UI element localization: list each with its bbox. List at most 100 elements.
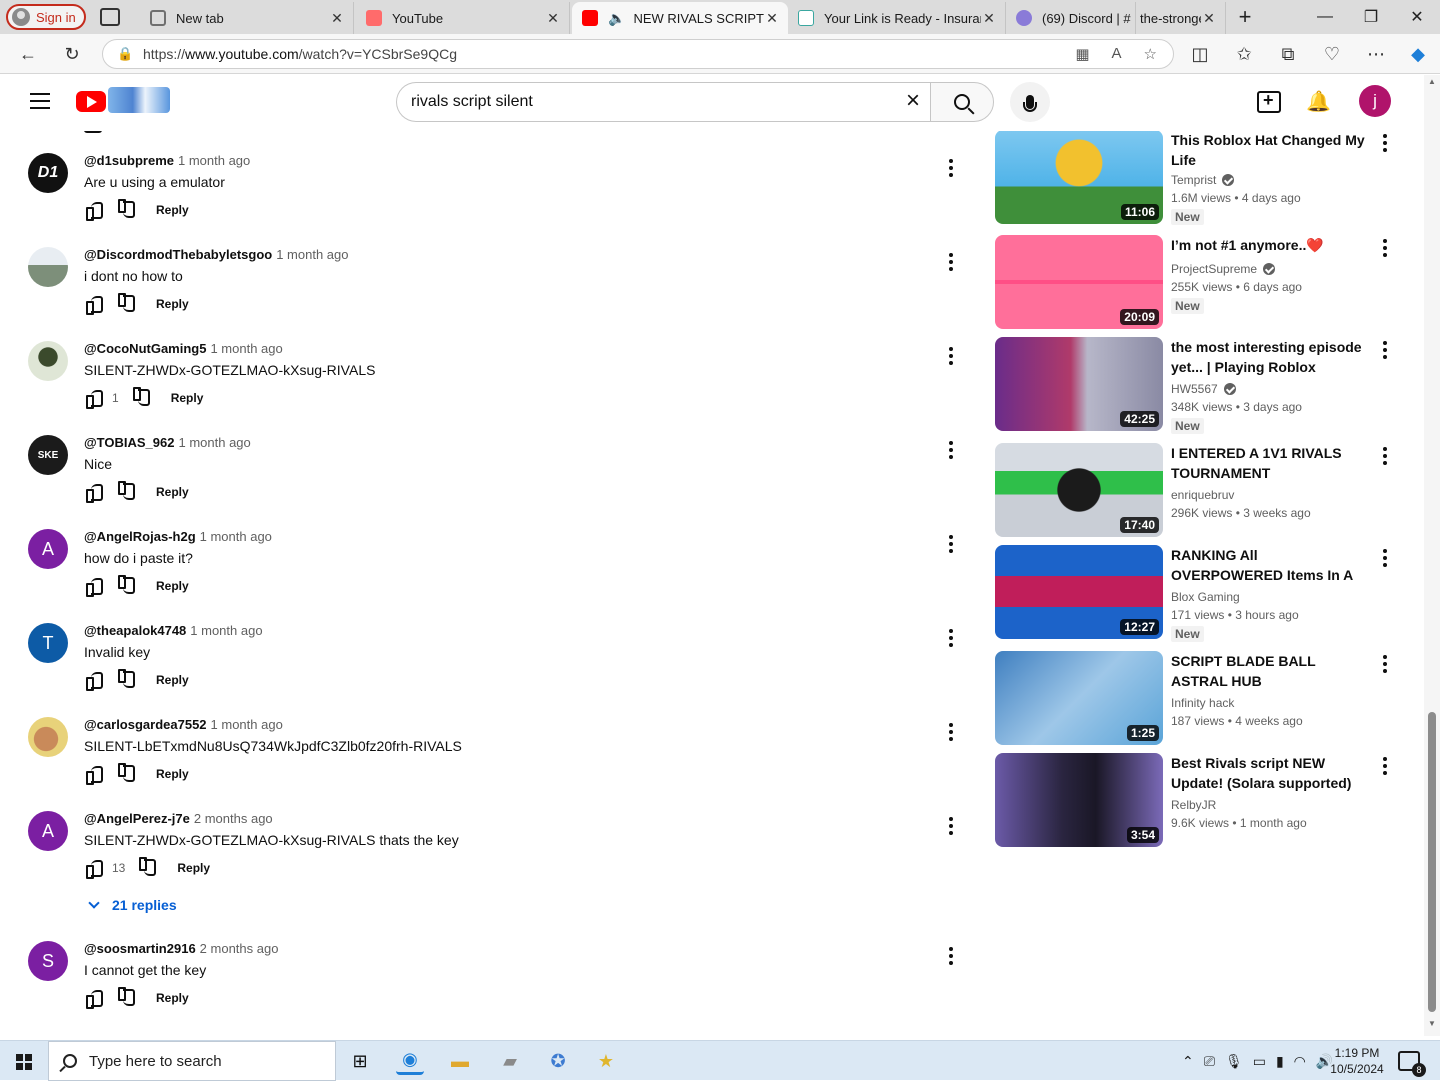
avatar[interactable]: A [28, 529, 68, 569]
close-tab-icon[interactable]: ✕ [545, 10, 561, 27]
like-icon[interactable] [84, 131, 102, 133]
channel-name[interactable]: enriquebruv [1171, 488, 1234, 502]
channel-name[interactable]: ProjectSupreme [1171, 262, 1276, 276]
tab-new-tab[interactable]: New tab ✕ [140, 2, 354, 34]
browser-essentials-icon[interactable]: ♡ [1318, 40, 1346, 68]
channel-name[interactable]: HW5567 [1171, 382, 1236, 396]
search-input[interactable]: rivals script silent × [396, 82, 930, 122]
comment-time[interactable]: 1 month ago [178, 435, 250, 450]
comment-time[interactable]: 2 months ago [200, 941, 279, 956]
recommended-video[interactable]: 11:06 This Roblox Hat Changed My Life Te… [994, 131, 1404, 225]
video-thumbnail[interactable]: 3:54 [995, 753, 1163, 847]
create-video-icon[interactable] [1257, 90, 1281, 113]
video-title[interactable]: This Roblox Hat Changed My Life [1171, 131, 1371, 170]
comment-menu-icon[interactable] [948, 817, 954, 835]
avatar[interactable] [28, 341, 68, 381]
reply-button[interactable]: Reply [171, 391, 204, 405]
favorite-star-icon[interactable]: ☆ [1144, 45, 1157, 63]
close-tab-icon[interactable]: ✕ [329, 10, 345, 27]
video-menu-icon[interactable] [1382, 757, 1388, 775]
comment-author[interactable]: @AngelPerez-j7e [84, 811, 190, 826]
sign-in-button[interactable]: Sign in [6, 4, 86, 30]
close-tab-icon[interactable]: ✕ [764, 10, 780, 27]
refresh-icon[interactable]: ↻ [58, 40, 86, 68]
task-view-icon[interactable]: ⊞ [346, 1047, 374, 1075]
video-thumbnail[interactable]: 17:40 [995, 443, 1163, 537]
channel-name[interactable]: RelbyJR [1171, 798, 1216, 812]
close-tab-icon[interactable]: ✕ [1201, 10, 1217, 27]
avatar[interactable]: A [28, 811, 68, 851]
microphone-tray-icon[interactable]: 🎙 [1225, 1053, 1243, 1070]
dislike-icon[interactable] [116, 764, 136, 784]
dislike-icon[interactable] [116, 482, 136, 502]
reply-button[interactable]: Reply [177, 861, 210, 875]
tab-active-video[interactable]: 🔈 NEW RIVALS SCRIPT SILENT ✕ [572, 2, 788, 34]
video-menu-icon[interactable] [1382, 655, 1388, 673]
like-icon[interactable] [84, 858, 104, 879]
video-thumbnail[interactable]: 11:06 [995, 131, 1163, 224]
settings-more-icon[interactable]: ⋯ [1362, 40, 1390, 68]
avatar[interactable] [28, 247, 68, 287]
lock-icon[interactable]: 🔒 [117, 46, 133, 62]
app-available-icon[interactable]: ▦ [1075, 45, 1089, 63]
close-window-icon[interactable]: ✕ [1394, 0, 1440, 34]
video-thumbnail[interactable]: 20:09 [995, 235, 1163, 329]
comment-author[interactable]: @d1subpreme [84, 153, 174, 168]
notifications-bell-icon[interactable]: 🔔 [1306, 91, 1331, 113]
speaker-icon[interactable]: 🔈 [608, 10, 625, 27]
avatar[interactable] [28, 717, 68, 757]
notifications-icon[interactable]: 8 [1398, 1051, 1426, 1077]
user-avatar[interactable]: j [1359, 85, 1391, 117]
comment-menu-icon[interactable] [948, 723, 954, 741]
menu-icon[interactable] [30, 93, 50, 109]
device-icon[interactable]: ⎚ [1204, 1053, 1215, 1070]
view-replies-button[interactable]: 21 replies [84, 897, 177, 913]
like-icon[interactable] [84, 200, 104, 221]
youtube-doodle-logo[interactable] [108, 87, 170, 113]
close-tab-icon[interactable]: ✕ [981, 10, 997, 27]
video-title[interactable]: Best Rivals script NEW Update! (Solara s… [1171, 753, 1371, 793]
video-menu-icon[interactable] [1382, 239, 1388, 257]
dislike-icon[interactable] [116, 576, 136, 596]
taskbar-search-box[interactable]: Type here to search [48, 1041, 336, 1081]
dislike-icon[interactable] [116, 294, 136, 314]
battery-icon[interactable]: ▮ [1276, 1053, 1284, 1070]
comment-author[interactable]: @CocoNutGaming5 [84, 341, 206, 356]
url-text[interactable]: https://www.youtube.com/watch?v=YCSbrSe9… [143, 46, 1075, 62]
comment-menu-icon[interactable] [948, 947, 954, 965]
comment-time[interactable]: 1 month ago [200, 529, 272, 544]
back-arrow-icon[interactable]: ← [14, 40, 42, 68]
comment-author[interactable]: @AngelRojas-h2g [84, 529, 196, 544]
channel-name[interactable]: Blox Gaming [1171, 590, 1240, 604]
comment-menu-icon[interactable] [948, 535, 954, 553]
tab-youtube[interactable]: YouTube ✕ [356, 2, 570, 34]
reply-button[interactable]: Reply [156, 485, 189, 499]
like-icon[interactable] [84, 388, 104, 409]
dislike-icon[interactable] [137, 858, 157, 878]
channel-name[interactable]: Infinity hack [1171, 696, 1234, 710]
video-title[interactable]: the most interesting episode yet... | Pl… [1171, 337, 1371, 377]
minimize-icon[interactable]: — [1302, 0, 1348, 34]
like-icon[interactable] [84, 670, 104, 691]
comment-time[interactable]: 1 month ago [276, 247, 348, 262]
app-icon[interactable]: ▰ [496, 1047, 524, 1075]
video-thumbnail[interactable]: 12:27 [995, 545, 1163, 639]
video-menu-icon[interactable] [1382, 447, 1388, 465]
youtube-logo-icon[interactable] [76, 91, 106, 112]
comment-menu-icon[interactable] [948, 159, 954, 177]
monitor-icon[interactable]: ▭ [1253, 1053, 1266, 1070]
video-thumbnail[interactable]: 1:25 [995, 651, 1163, 745]
comment-time[interactable]: 1 month ago [210, 341, 282, 356]
reply-button[interactable]: Reply [156, 579, 189, 593]
comment-time[interactable]: 1 month ago [211, 717, 283, 732]
dislike-icon[interactable] [116, 988, 136, 1008]
favorites-star-app-icon[interactable]: ✪ [544, 1047, 572, 1075]
video-title[interactable]: SCRIPT BLADE BALL ASTRAL HUB [1171, 651, 1371, 691]
video-title[interactable]: RANKING All OVERPOWERED Items In A TIER … [1171, 545, 1371, 585]
scroll-down-arrow-icon[interactable]: ▼ [1428, 1019, 1436, 1028]
video-menu-icon[interactable] [1382, 549, 1388, 567]
channel-name[interactable]: Temprist [1171, 173, 1235, 187]
recommended-video[interactable]: 12:27 RANKING All OVERPOWERED Items In A… [994, 545, 1404, 642]
search-button[interactable] [930, 82, 994, 122]
avatar[interactable]: T [28, 623, 68, 663]
